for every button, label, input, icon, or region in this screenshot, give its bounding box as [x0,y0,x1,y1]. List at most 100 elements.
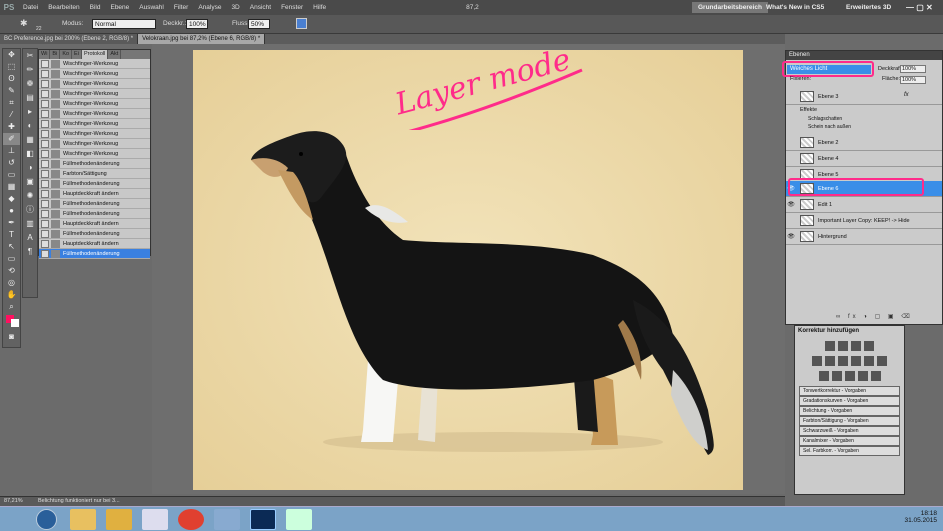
adjustment-preset-item[interactable]: Schwarzweiß - Vorgaben [799,426,900,436]
adjustment-preset-item[interactable]: Belichtung - Vorgaben [799,406,900,416]
history-item[interactable]: Füllmethodenänderung [39,199,150,209]
layer-opacity-input[interactable]: 100% [900,65,926,73]
menu-analyse[interactable]: Analyse [193,4,226,11]
posterize-icon[interactable] [831,371,842,381]
layer-row[interactable]: Ebene 3 [786,89,942,105]
menu-bearbeiten[interactable]: Bearbeiten [43,4,84,11]
chrome-icon[interactable] [178,509,204,530]
blur-tool-icon[interactable]: ◆ [3,193,20,205]
crop-tool-icon[interactable]: ⌗ [3,97,20,109]
workspace-grundarbeitsbereich[interactable]: Grundarbeitsbereich [692,2,768,13]
history-snapshot-checkbox[interactable] [41,69,49,78]
lasso-tool-icon[interactable]: ʘ [3,73,20,85]
background-color-swatch[interactable] [11,319,19,327]
blend-mode-select[interactable]: Weiches Licht [787,65,871,74]
layer-row[interactable]: Ebene 4 [786,151,942,167]
menu-filter[interactable]: Filter [169,4,193,11]
curves-icon[interactable] [851,341,861,351]
healing-tool-icon[interactable]: ✚ [3,121,20,133]
history-item[interactable]: Wischfinger-Werkzeug [39,79,150,89]
layer-fill-input[interactable]: 100% [900,76,926,84]
mode-select[interactable]: Normal [92,19,156,29]
eraser-tool-icon[interactable]: ▭ [3,169,20,181]
history-snapshot-checkbox[interactable] [41,109,49,118]
history-item[interactable]: Füllmethodenänderung [39,249,150,259]
history-snapshot-checkbox[interactable] [41,179,49,188]
history-item[interactable]: Füllmethodenänderung [39,159,150,169]
color-panel-icon[interactable]: ◐ [23,119,37,133]
layer-row[interactable]: Important Layer Copy: KEEP! -> Hide [786,213,942,229]
black-white-icon[interactable] [851,356,861,366]
layers-footer-icons[interactable]: ∞ fx ◑ ▢ ▣ ⌫ [836,313,913,320]
adjustment-preset-item[interactable]: Tonwertkorrektur - Vorgaben [799,386,900,396]
history-brush-tool-icon[interactable]: ↺ [3,157,20,169]
dodge-tool-icon[interactable]: ● [3,205,20,217]
shape-tool-icon[interactable]: ▭ [3,253,20,265]
threshold-icon[interactable] [844,371,855,381]
brightness-icon[interactable] [825,341,835,351]
brushes-panel-icon[interactable]: ✏ [23,63,37,77]
clock[interactable]: 18:18 31.05.2015 [904,510,937,524]
character-panel-icon[interactable]: A [23,231,37,245]
history-snapshot-checkbox[interactable] [41,199,49,208]
adjustment-preset-item[interactable]: Gradationskurven - Vorgaben [799,396,900,406]
history-item[interactable]: Wischfinger-Werkzeug [39,109,150,119]
workspace-whats-new[interactable]: What's New in CS5 [760,2,830,13]
paragraph-panel-icon[interactable]: ¶ [23,245,37,259]
airbrush-toggle-icon[interactable] [296,18,307,29]
tool-presets-icon[interactable]: ✂ [23,49,37,63]
tab-bi[interactable]: Bi [50,50,61,59]
history-item[interactable]: Füllmethodenänderung [39,179,150,189]
color-balance-icon[interactable] [838,356,848,366]
menu-hilfe[interactable]: Hilfe [308,4,331,11]
photo-filter-icon[interactable] [864,356,874,366]
menu-ebene[interactable]: Ebene [105,4,134,11]
tab-ei[interactable]: Ei [72,50,82,59]
gradient-map-icon[interactable] [857,371,868,381]
masks-panel-icon[interactable]: ▣ [23,175,37,189]
adjustment-preset-item[interactable]: Kanalmixer - Vorgaben [799,436,900,446]
info-panel-icon[interactable]: ⓘ [23,203,37,217]
type-tool-icon[interactable]: T [3,229,20,241]
path-select-tool-icon[interactable]: ↖ [3,241,20,253]
history-snapshot-checkbox[interactable] [41,79,49,88]
history-panel-icon[interactable]: ▤ [23,91,37,105]
selective-color-icon[interactable] [870,371,881,381]
menu-auswahl[interactable]: Auswahl [134,4,169,11]
history-item[interactable]: Wischfinger-Werkzeug [39,129,150,139]
history-item[interactable]: Wischfinger-Werkzeug [39,139,150,149]
brush-size[interactable]: 22 [36,26,42,32]
histogram-panel-icon[interactable]: ▥ [23,217,37,231]
clone-source-icon[interactable]: ❁ [23,77,37,91]
history-snapshot-checkbox[interactable] [41,59,49,68]
photoshop-taskbar-icon[interactable] [250,509,276,530]
history-item[interactable]: Füllmethodenänderung [39,209,150,219]
history-snapshot-checkbox[interactable] [41,89,49,98]
history-item[interactable]: Wischfinger-Werkzeug [39,119,150,129]
history-snapshot-checkbox[interactable] [41,239,49,248]
hue-saturation-icon[interactable] [825,356,835,366]
menu-datei[interactable]: Datei [18,4,43,11]
history-item[interactable]: Wischfinger-Werkzeug [39,149,150,159]
actions-panel-icon[interactable]: ▸ [23,105,37,119]
pen-tool-icon[interactable]: ✒ [3,217,20,229]
paint-icon[interactable] [286,509,312,530]
history-snapshot-checkbox[interactable] [41,99,49,108]
history-snapshot-checkbox[interactable] [41,149,49,158]
history-snapshot-checkbox[interactable] [41,209,49,218]
history-item[interactable]: Füllmethodenänderung [39,229,150,239]
zoom-level-dropdown[interactable]: 87,2 [461,4,484,11]
menu-ansicht[interactable]: Ansicht [245,4,276,11]
history-item[interactable]: Hauptdeckkraft ändern [39,219,150,229]
tab-protokoll[interactable]: Protokoll [81,50,109,59]
swatches-panel-icon[interactable]: ▦ [23,133,37,147]
3d-orbit-tool-icon[interactable]: ◎ [3,277,20,289]
visibility-eye-icon[interactable]: 👁 [786,233,796,240]
zoom-tool-icon[interactable]: ⌕ [3,301,20,313]
tab-velokraan[interactable]: Velokraan.jpg bei 87,2% (Ebene 6, RGB/8)… [138,34,266,44]
quick-mask-icon[interactable]: ◙ [3,331,20,343]
opacity-input[interactable]: 100% [186,19,208,29]
tab-wi[interactable]: Wi [39,50,51,59]
hand-tool-icon[interactable]: ✋ [3,289,20,301]
explorer-icon[interactable] [70,509,96,530]
